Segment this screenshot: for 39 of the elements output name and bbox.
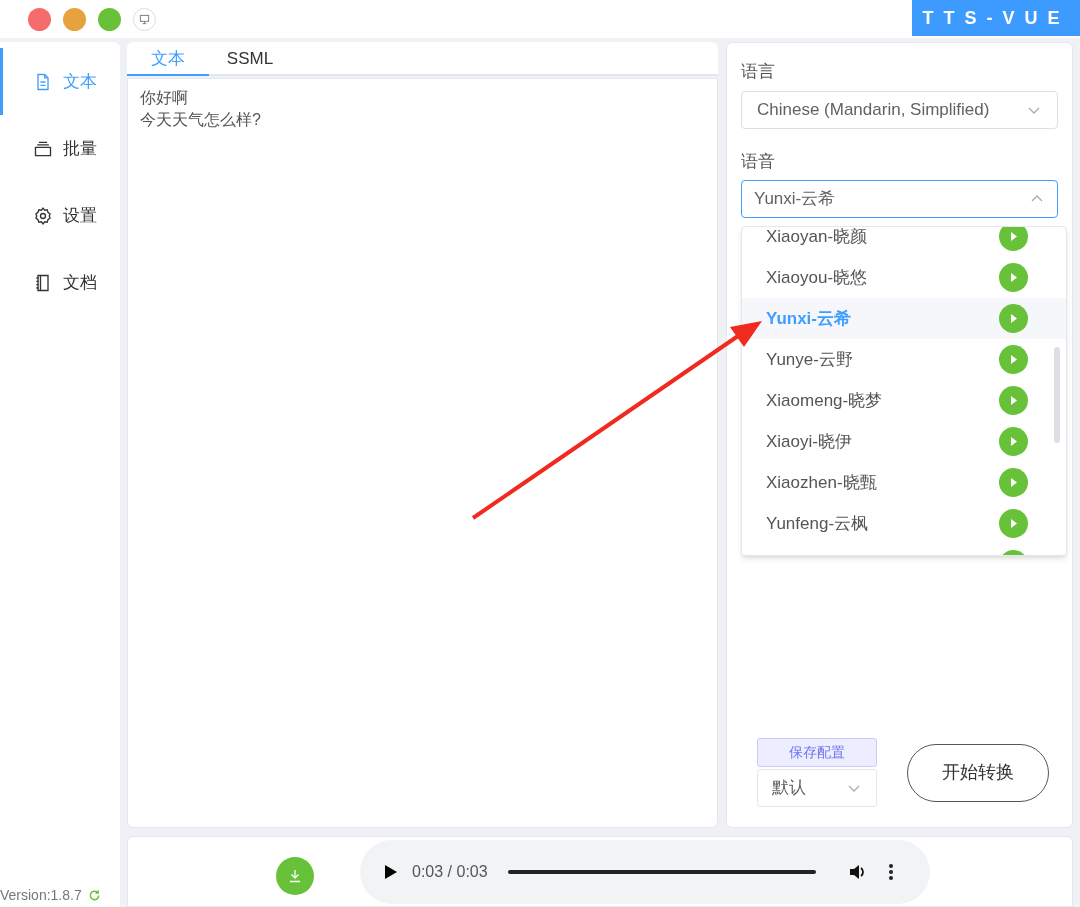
language-label: 语言	[741, 61, 776, 83]
sidebar-label: 批量	[63, 137, 97, 160]
voice-option[interactable]: Xiaoyou-晓悠	[742, 257, 1066, 298]
voice-label: 语音	[741, 150, 776, 173]
minimize-window-button[interactable]	[63, 7, 86, 31]
start-convert-button[interactable]: 开始转换	[907, 743, 1049, 802]
sidebar-label: 文档	[63, 271, 97, 294]
monitor-icon	[139, 13, 150, 25]
settings-icon	[33, 205, 53, 226]
voice-option[interactable]: Xiaomeng-晓梦	[742, 380, 1066, 421]
app-badge: TTS-VUE	[912, 0, 1080, 36]
play-icon[interactable]	[384, 863, 398, 880]
voice-option[interactable]: Xiaozhen-晓甄	[742, 462, 1066, 503]
sidebar-label: 文本	[63, 70, 97, 93]
sidebar-item[interactable]: 设置	[0, 182, 120, 249]
voice-option[interactable]: Xiaoyan-晓颜	[742, 227, 1066, 257]
voice-option[interactable]: Xiaoyi-晓伊	[742, 421, 1066, 462]
language-select[interactable]: Chinese (Mandarin, Simplified)	[741, 90, 1058, 129]
playback-time: 0:03 / 0:03	[412, 861, 488, 882]
text-line: 今天天气怎么样?	[140, 110, 262, 130]
voice-select[interactable]: Yunxi-云希	[741, 180, 1058, 218]
sidebar-item[interactable]: 批量	[0, 115, 120, 182]
refresh-icon[interactable]	[87, 889, 101, 902]
editor-tab[interactable]: SSML	[209, 43, 291, 76]
download-button[interactable]	[276, 856, 314, 895]
text-line: 你好啊	[140, 88, 189, 108]
sidebar-item[interactable]: 文档	[0, 249, 120, 316]
sidebar-label: 设置	[63, 204, 97, 227]
voice-option[interactable]: Yunfeng-云枫	[742, 503, 1066, 544]
more-options-icon[interactable]	[887, 862, 894, 881]
text-editor[interactable]: 你好啊 今天天气怎么样?	[127, 78, 718, 828]
voice-option[interactable]: Yunye-云野	[742, 339, 1066, 380]
close-window-button[interactable]	[28, 7, 51, 31]
maximize-window-button[interactable]	[98, 7, 121, 31]
version-text: Version:1.8.7	[0, 886, 82, 905]
preset-select[interactable]: 默认	[757, 769, 877, 807]
download-icon	[288, 868, 302, 883]
save-config-button[interactable]: 保存配置	[757, 738, 877, 767]
scrollbar[interactable]	[1054, 347, 1060, 443]
